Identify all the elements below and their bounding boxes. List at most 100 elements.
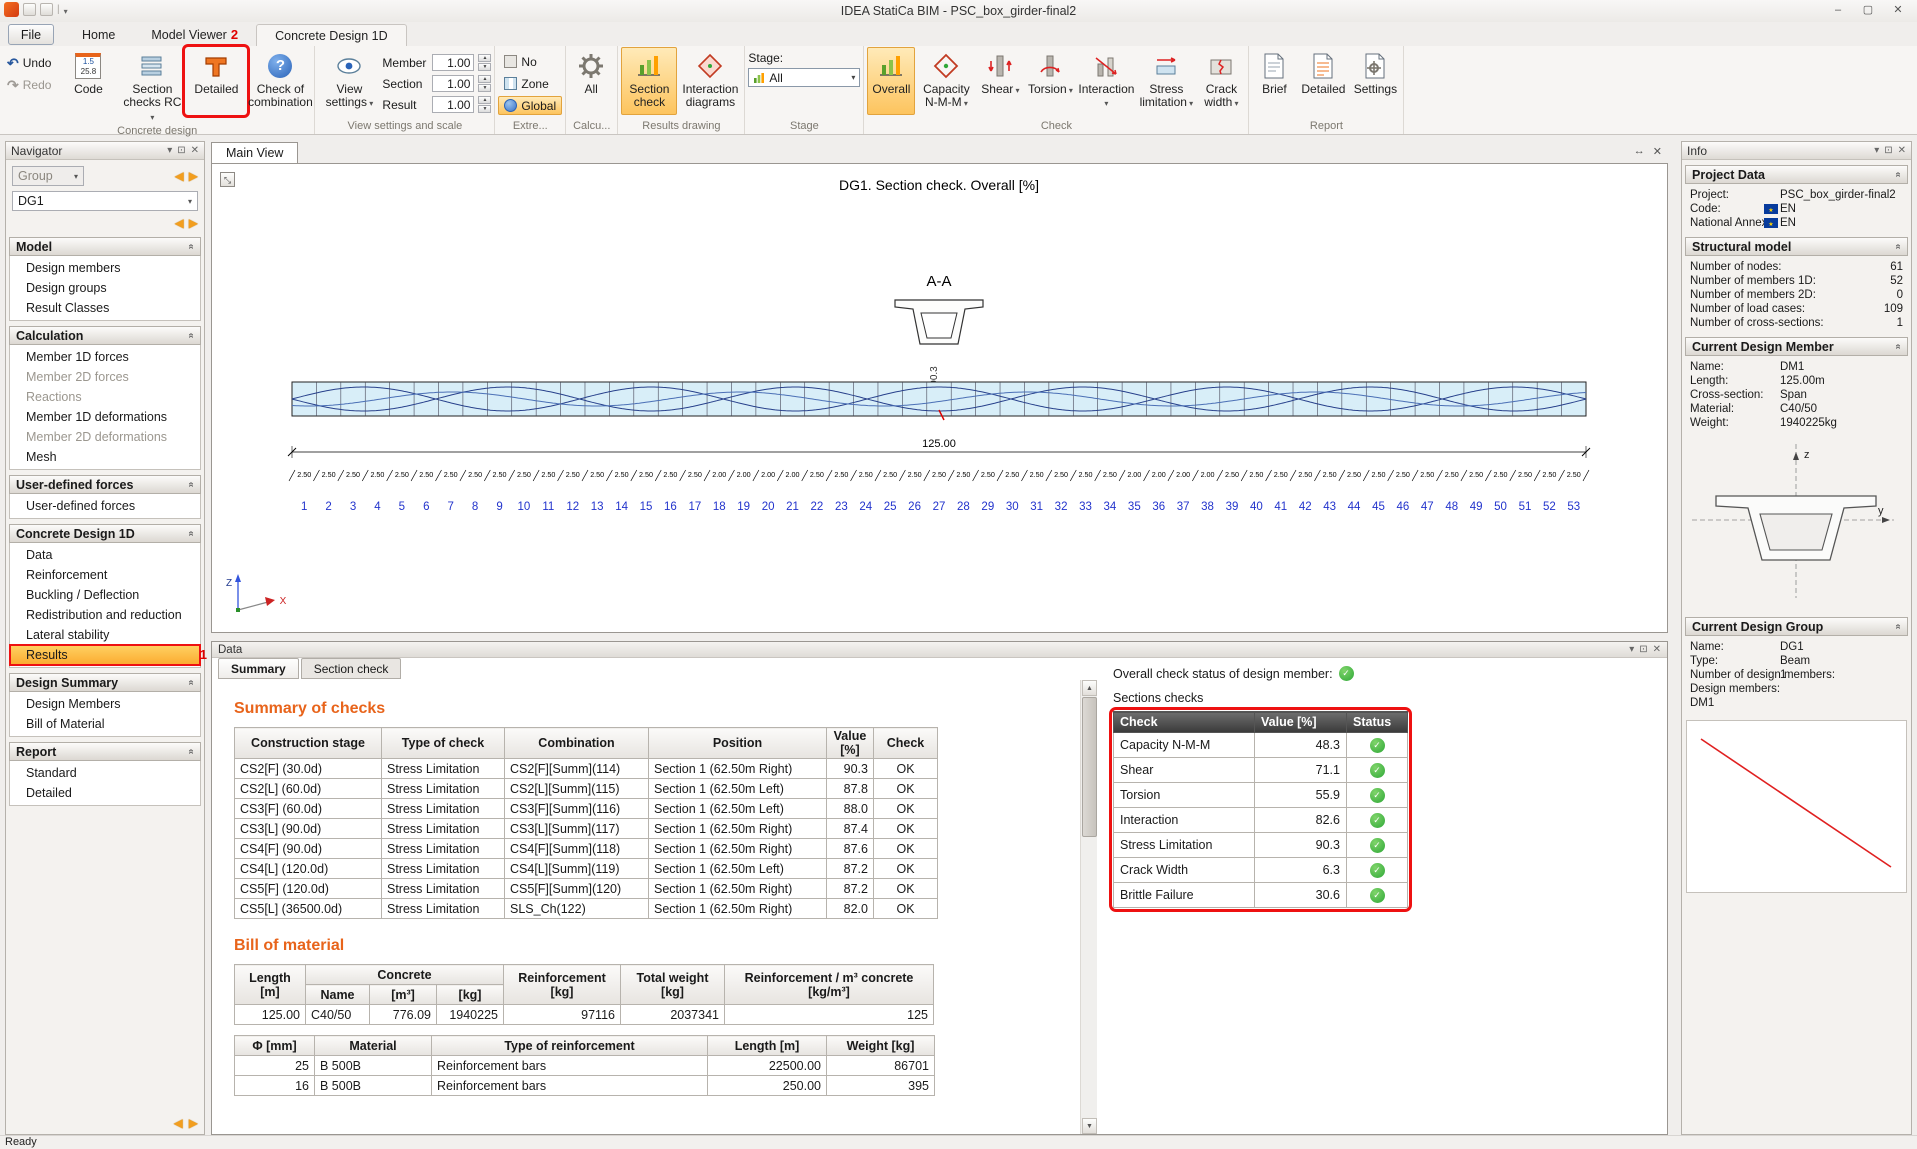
- navigator-section-concrete-design[interactable]: Concrete Design 1D: [9, 524, 201, 543]
- next-arrow-icon[interactable]: [189, 1116, 198, 1130]
- navigator-item[interactable]: Member 2D deformations: [10, 427, 200, 447]
- detailed-button[interactable]: Detailed: [185, 47, 247, 115]
- tab-file[interactable]: File: [8, 24, 54, 45]
- navigator-item[interactable]: Detailed: [10, 783, 200, 803]
- section-scale-input[interactable]: 1.00: [432, 75, 474, 92]
- torsion-check-button[interactable]: Torsion: [1025, 47, 1075, 115]
- reinforcement-row[interactable]: 25 B 500B Reinforcement bars 22500.00 86…: [235, 1056, 935, 1076]
- navigator-item[interactable]: Result Classes: [10, 298, 200, 318]
- navigator-item[interactable]: Results1: [10, 645, 200, 665]
- check-row[interactable]: Interaction 82.6: [1114, 808, 1408, 833]
- check-of-combination-button[interactable]: Check of combination: [249, 47, 311, 115]
- dock-icon[interactable]: [1634, 145, 1645, 158]
- interaction-check-button[interactable]: Interaction: [1077, 47, 1135, 115]
- check-row[interactable]: Capacity N-M-M 48.3: [1114, 733, 1408, 758]
- save-icon[interactable]: [40, 3, 53, 16]
- stress-limitation-button[interactable]: Stress limitation: [1137, 47, 1195, 115]
- navigator-item[interactable]: Member 1D forces: [10, 347, 200, 367]
- pin-icon[interactable]: [1884, 145, 1892, 156]
- navigator-item[interactable]: Lateral stability: [10, 625, 200, 645]
- interaction-diagrams-button[interactable]: Interaction diagrams: [679, 47, 741, 115]
- summary-table-row[interactable]: CS2[L] (60.0d) Stress Limitation CS2[L][…: [235, 779, 938, 799]
- summary-table-row[interactable]: CS3[F] (60.0d) Stress Limitation CS3[F][…: [235, 799, 938, 819]
- summary-table-row[interactable]: CS2[F] (30.0d) Stress Limitation CS2[F][…: [235, 759, 938, 779]
- calculate-all-button[interactable]: All: [569, 47, 613, 115]
- member-scale-stepper[interactable]: [478, 54, 491, 71]
- result-scale-input[interactable]: 1.00: [432, 96, 474, 113]
- scroll-down-icon[interactable]: [1082, 1118, 1097, 1134]
- check-row[interactable]: Torsion 55.9: [1114, 783, 1408, 808]
- tab-model-viewer[interactable]: Model Viewer 2: [133, 24, 256, 46]
- data-tab[interactable]: Summary: [218, 658, 299, 679]
- pin-icon[interactable]: [177, 145, 185, 156]
- previous-arrow-icon[interactable]: [175, 169, 184, 183]
- close-icon[interactable]: [1898, 145, 1906, 156]
- data-scrollbar[interactable]: [1080, 680, 1097, 1134]
- navigator-section-design-summary[interactable]: Design Summary: [9, 673, 201, 692]
- check-row[interactable]: Shear 71.1: [1114, 758, 1408, 783]
- maximize-button[interactable]: [1853, 0, 1883, 20]
- navigator-item[interactable]: User-defined forces: [10, 496, 200, 516]
- navigator-item[interactable]: Reinforcement: [10, 565, 200, 585]
- member-scale-input[interactable]: 1.00: [432, 54, 474, 71]
- data-tab[interactable]: Section check: [301, 658, 402, 679]
- chevron-down-icon[interactable]: [1874, 145, 1879, 156]
- navigator-item[interactable]: Reactions: [10, 387, 200, 407]
- minimize-button[interactable]: [1823, 0, 1853, 20]
- view-settings-button[interactable]: View settings: [318, 47, 380, 115]
- summary-table-row[interactable]: CS5[L] (36500.0d) Stress Limitation SLS_…: [235, 899, 938, 919]
- shear-check-button[interactable]: Shear: [977, 47, 1023, 115]
- main-view-canvas[interactable]: DG1. Section check. Overall [%]A-A90.312…: [211, 163, 1668, 633]
- navigator-item[interactable]: Member 2D forces: [10, 367, 200, 387]
- close-button[interactable]: [1883, 0, 1913, 20]
- result-scale-stepper[interactable]: [478, 96, 491, 113]
- navigator-section-calculation[interactable]: Calculation: [9, 326, 201, 345]
- stage-dropdown[interactable]: All: [748, 68, 860, 87]
- navigator-item[interactable]: Bill of Material: [10, 714, 200, 734]
- scroll-up-icon[interactable]: [1082, 680, 1097, 696]
- open-icon[interactable]: [23, 3, 36, 16]
- summary-table-row[interactable]: CS3[L] (90.0d) Stress Limitation CS3[L][…: [235, 819, 938, 839]
- bom-row[interactable]: 125.00 C40/50 776.09 1940225 97116 20373…: [235, 1005, 934, 1025]
- group-dropdown[interactable]: Group: [12, 166, 84, 186]
- navigator-item[interactable]: Standard: [10, 763, 200, 783]
- chevron-down-icon[interactable]: [1629, 644, 1634, 655]
- project-data-section[interactable]: Project Data: [1685, 165, 1908, 184]
- section-checks-rc-button[interactable]: Section checks RC: [121, 47, 183, 124]
- capacity-nmm-button[interactable]: Capacity N-M-M: [917, 47, 975, 115]
- pin-icon[interactable]: [1639, 644, 1647, 655]
- next-arrow-icon[interactable]: [189, 216, 198, 230]
- check-row[interactable]: Brittle Failure 30.6: [1114, 883, 1408, 908]
- fit-view-icon[interactable]: [220, 172, 235, 187]
- check-row[interactable]: Stress Limitation 90.3: [1114, 833, 1408, 858]
- report-settings-button[interactable]: Settings: [1350, 47, 1400, 115]
- close-icon[interactable]: [1653, 145, 1662, 158]
- close-icon[interactable]: [1653, 644, 1661, 655]
- navigator-section-model[interactable]: Model: [9, 237, 201, 256]
- navigator-section-user-forces[interactable]: User-defined forces: [9, 475, 201, 494]
- navigator-item[interactable]: Design Members: [10, 694, 200, 714]
- summary-table-row[interactable]: CS5[F] (120.0d) Stress Limitation CS5[F]…: [235, 879, 938, 899]
- undo-button[interactable]: Undo: [7, 54, 51, 72]
- navigator-item[interactable]: Buckling / Deflection: [10, 585, 200, 605]
- chevron-down-icon[interactable]: [167, 145, 172, 156]
- no-extreme-button[interactable]: No: [498, 52, 562, 71]
- summary-table-row[interactable]: CS4[L] (120.0d) Stress Limitation CS4[L]…: [235, 859, 938, 879]
- design-group-dropdown[interactable]: DG1: [12, 191, 198, 211]
- structural-model-section[interactable]: Structural model: [1685, 237, 1908, 256]
- check-row[interactable]: Crack Width 6.3: [1114, 858, 1408, 883]
- section-scale-stepper[interactable]: [478, 75, 491, 92]
- detailed-report-button[interactable]: Detailed: [1298, 47, 1348, 115]
- overall-check-button[interactable]: Overall: [867, 47, 915, 115]
- customize-toolbar-icon[interactable]: [64, 2, 68, 17]
- navigator-item[interactable]: Design members: [10, 258, 200, 278]
- crack-width-button[interactable]: Crack width: [1197, 47, 1245, 115]
- previous-arrow-icon[interactable]: [174, 1116, 183, 1130]
- previous-arrow-icon[interactable]: [175, 216, 184, 230]
- summary-table-row[interactable]: CS4[F] (90.0d) Stress Limitation CS4[F][…: [235, 839, 938, 859]
- brief-report-button[interactable]: Brief: [1252, 47, 1296, 115]
- next-arrow-icon[interactable]: [189, 169, 198, 183]
- reinforcement-row[interactable]: 16 B 500B Reinforcement bars 250.00 395: [235, 1076, 935, 1096]
- code-button[interactable]: 1.525.8 Code: [57, 47, 119, 115]
- app-icon[interactable]: [4, 2, 19, 17]
